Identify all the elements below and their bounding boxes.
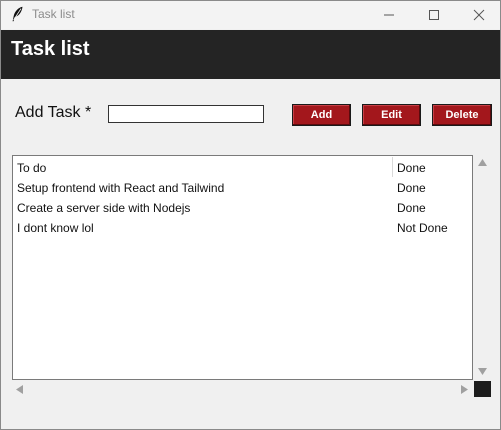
task-text: Setup frontend with React and Tailwind	[17, 181, 225, 195]
add-button[interactable]: Add	[292, 104, 351, 126]
maximize-icon	[429, 10, 439, 20]
title-bar[interactable]: Task list	[1, 1, 500, 29]
task-list[interactable]: To do Done Setup frontend with React and…	[12, 155, 473, 380]
scroll-down-icon[interactable]	[478, 368, 487, 375]
list-item[interactable]: Setup frontend with React and Tailwind D…	[13, 178, 472, 198]
task-status: Done	[397, 181, 426, 195]
task-text: To do	[17, 161, 47, 175]
task-text: Create a server side with Nodejs	[17, 201, 191, 215]
delete-button[interactable]: Delete	[432, 104, 492, 126]
task-text: I dont know lol	[17, 221, 94, 235]
list-item[interactable]: I dont know lol Not Done	[13, 218, 472, 238]
app-header: Task list	[1, 30, 500, 79]
window-title: Task list	[32, 7, 75, 21]
scroll-up-icon[interactable]	[478, 159, 487, 166]
close-button[interactable]	[456, 1, 500, 29]
vertical-scrollbar[interactable]	[474, 155, 491, 380]
minimize-icon	[384, 14, 394, 16]
add-task-label: Add Task *	[15, 104, 92, 121]
task-status: Not Done	[397, 221, 448, 235]
horizontal-scrollbar[interactable]	[12, 381, 474, 397]
task-status: Done	[397, 201, 426, 215]
feather-icon	[12, 6, 23, 22]
task-status: Done	[397, 161, 426, 175]
app-window: Task list Task list Add Task * Add Edit …	[0, 0, 501, 430]
task-input[interactable]	[108, 105, 264, 123]
minimize-button[interactable]	[366, 1, 412, 29]
edit-button[interactable]: Edit	[362, 104, 421, 126]
scrollbar-corner	[474, 381, 491, 397]
page-title: Task list	[11, 38, 90, 60]
scroll-right-icon[interactable]	[461, 385, 468, 394]
close-icon	[473, 9, 485, 21]
scroll-left-icon[interactable]	[16, 385, 23, 394]
list-item[interactable]: Create a server side with Nodejs Done	[13, 198, 472, 218]
maximize-button[interactable]	[411, 1, 457, 29]
list-item[interactable]: To do Done	[13, 158, 472, 178]
